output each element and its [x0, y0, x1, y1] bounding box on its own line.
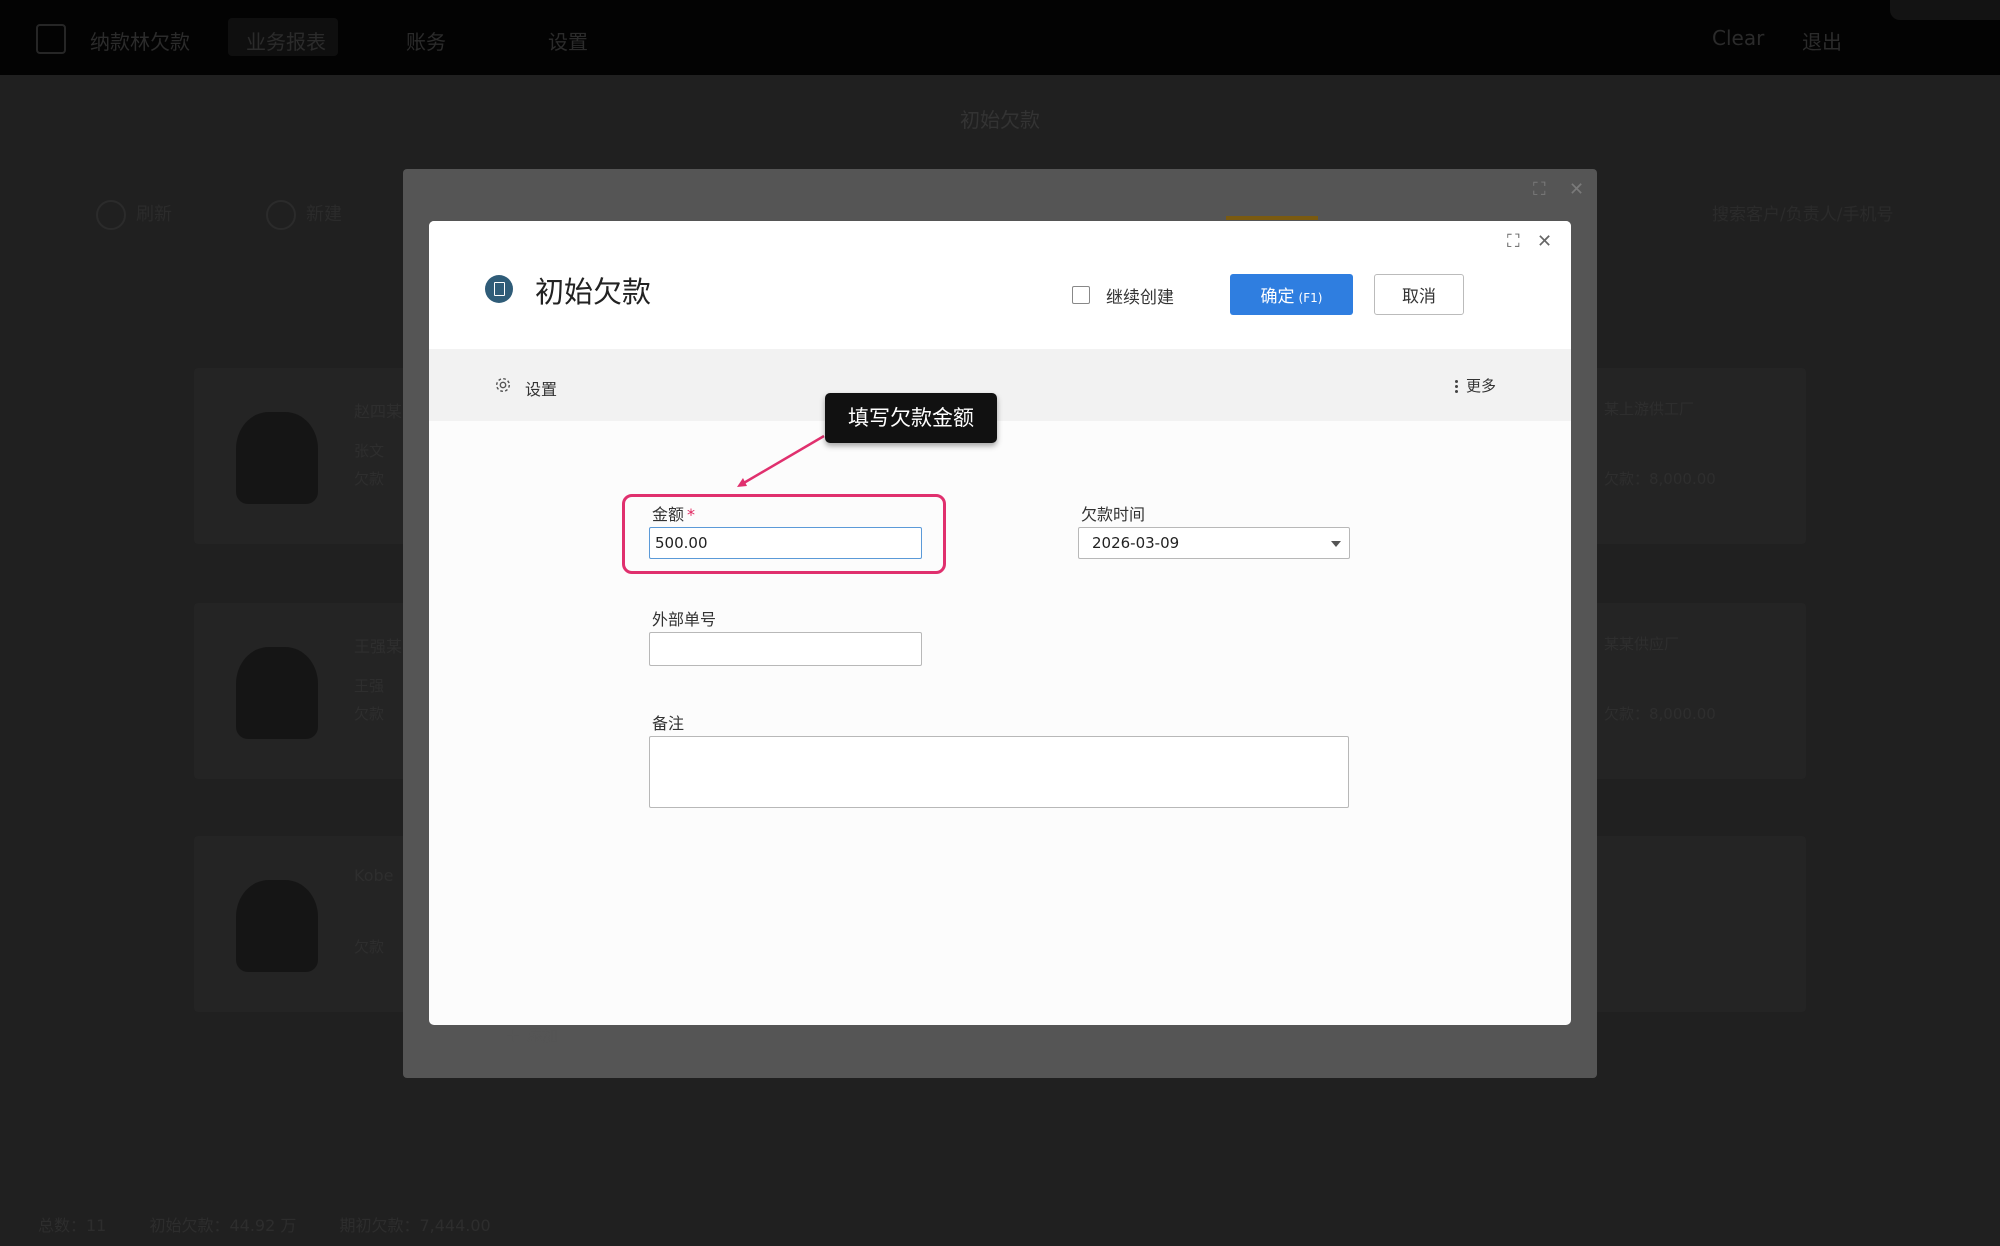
continue-create-checkbox[interactable] — [1072, 286, 1090, 304]
add-label: 添加 — [526, 1026, 559, 1045]
close-icon[interactable]: ✕ — [1569, 179, 1584, 200]
avatar — [236, 647, 318, 739]
app-brand: 纳款林欠款 — [90, 30, 190, 54]
nav-tab-settings[interactable]: 设置 — [548, 26, 588, 55]
expand-icon[interactable]: ⛶ — [1507, 231, 1520, 252]
customer-amount: 欠款：8,000.00 — [1604, 470, 1716, 488]
nav-tab-accounts[interactable]: 账务 — [406, 26, 446, 55]
gear-icon[interactable] — [494, 376, 512, 394]
confirm-shortcut: (F1) — [1298, 291, 1323, 305]
refresh-label: 刷新 — [136, 204, 172, 225]
cancel-button[interactable]: 取消 — [1374, 274, 1464, 315]
customer-contact: 王强 — [354, 677, 385, 695]
plus-icon: ＋ — [505, 1026, 527, 1045]
app-logo-icon — [36, 24, 66, 54]
user-name[interactable]: Clear — [1712, 26, 1764, 50]
customer-name: 王强某 — [354, 637, 403, 656]
confirm-label: 确定 — [1260, 287, 1295, 307]
top-navigation-bar: 纳款林欠款 业务报表 账务 设置 Clear 退出 — [0, 0, 2000, 75]
document-icon — [485, 275, 513, 303]
status-bar: 总数：11 初始欠款：44.92 万 期初欠款：7,444.00 — [38, 1212, 529, 1236]
customer-contact: 张文 — [354, 442, 385, 460]
avatar — [236, 880, 318, 972]
continue-create-label[interactable]: 继续创建 — [1106, 283, 1174, 308]
add-button[interactable]: ＋ 添加 — [505, 1022, 558, 1046]
debt-time-label: 欠款时间 — [1081, 505, 1146, 524]
debt-time-select[interactable]: 2026-03-09 — [1078, 527, 1350, 559]
more-button[interactable]: 更多 — [1455, 375, 1496, 396]
logout-link[interactable]: 退出 — [1802, 26, 1842, 55]
initial-debt-dialog: 初始欠款 继续创建 确定(F1) 取消 ⛶ ✕ 设置 更多 金额* 欠款时间 2… — [429, 221, 1571, 1025]
external-no-label: 外部单号 — [652, 610, 717, 629]
new-button[interactable]: 新建 — [266, 200, 342, 230]
status-opening-debt: 期初欠款：7,444.00 — [339, 1216, 491, 1235]
customer-company: 某某供应厂 — [1604, 635, 1680, 653]
customer-debt: 欠款 — [354, 938, 385, 956]
more-vertical-icon — [1455, 378, 1458, 395]
plus-icon — [266, 200, 296, 230]
avatar — [236, 412, 318, 504]
customer-name: 赵四某 — [354, 402, 403, 421]
remark-textarea[interactable] — [649, 736, 1349, 808]
page-title: 初始欠款 — [960, 108, 1040, 132]
customer-debt: 欠款 — [354, 705, 385, 723]
debt-time-value: 2026-03-09 — [1092, 534, 1180, 552]
new-label: 新建 — [306, 204, 342, 225]
tab-indicator — [1226, 216, 1318, 220]
dialog-header: 初始欠款 继续创建 确定 (F1) 取消 ⛶ ✕ — [429, 221, 1571, 349]
settings-label[interactable]: 设置 — [525, 376, 557, 400]
more-label: 更多 — [1466, 377, 1497, 395]
external-no-input[interactable] — [649, 632, 922, 666]
status-initial-debt: 初始欠款：44.92 万 — [149, 1216, 297, 1235]
dialog-title: 初始欠款 — [535, 275, 652, 309]
status-total: 总数：11 — [38, 1216, 107, 1235]
annotation-tooltip: 填写欠款金额 — [825, 393, 997, 443]
amount-highlight-box — [622, 494, 946, 574]
confirm-button[interactable]: 确定 (F1) — [1230, 274, 1353, 315]
nav-tab-reports[interactable]: 业务报表 — [246, 26, 326, 55]
settings-bar: 设置 更多 — [429, 349, 1571, 421]
customer-debt: 欠款 — [354, 470, 385, 488]
chevron-down-icon[interactable] — [1331, 541, 1341, 547]
search-input[interactable]: 搜索客户/负责人/手机号 — [1712, 200, 1893, 225]
remark-label: 备注 — [652, 714, 685, 733]
window-corner — [1890, 0, 2000, 20]
refresh-icon — [96, 200, 126, 230]
customer-name: Kobe — [354, 866, 394, 885]
close-icon[interactable]: ✕ — [1537, 231, 1552, 252]
expand-icon[interactable]: ⛶ — [1533, 179, 1546, 200]
refresh-button[interactable]: 刷新 — [96, 200, 172, 230]
customer-company: 某上游供工厂 — [1604, 400, 1695, 418]
customer-amount: 欠款：8,000.00 — [1604, 705, 1716, 723]
